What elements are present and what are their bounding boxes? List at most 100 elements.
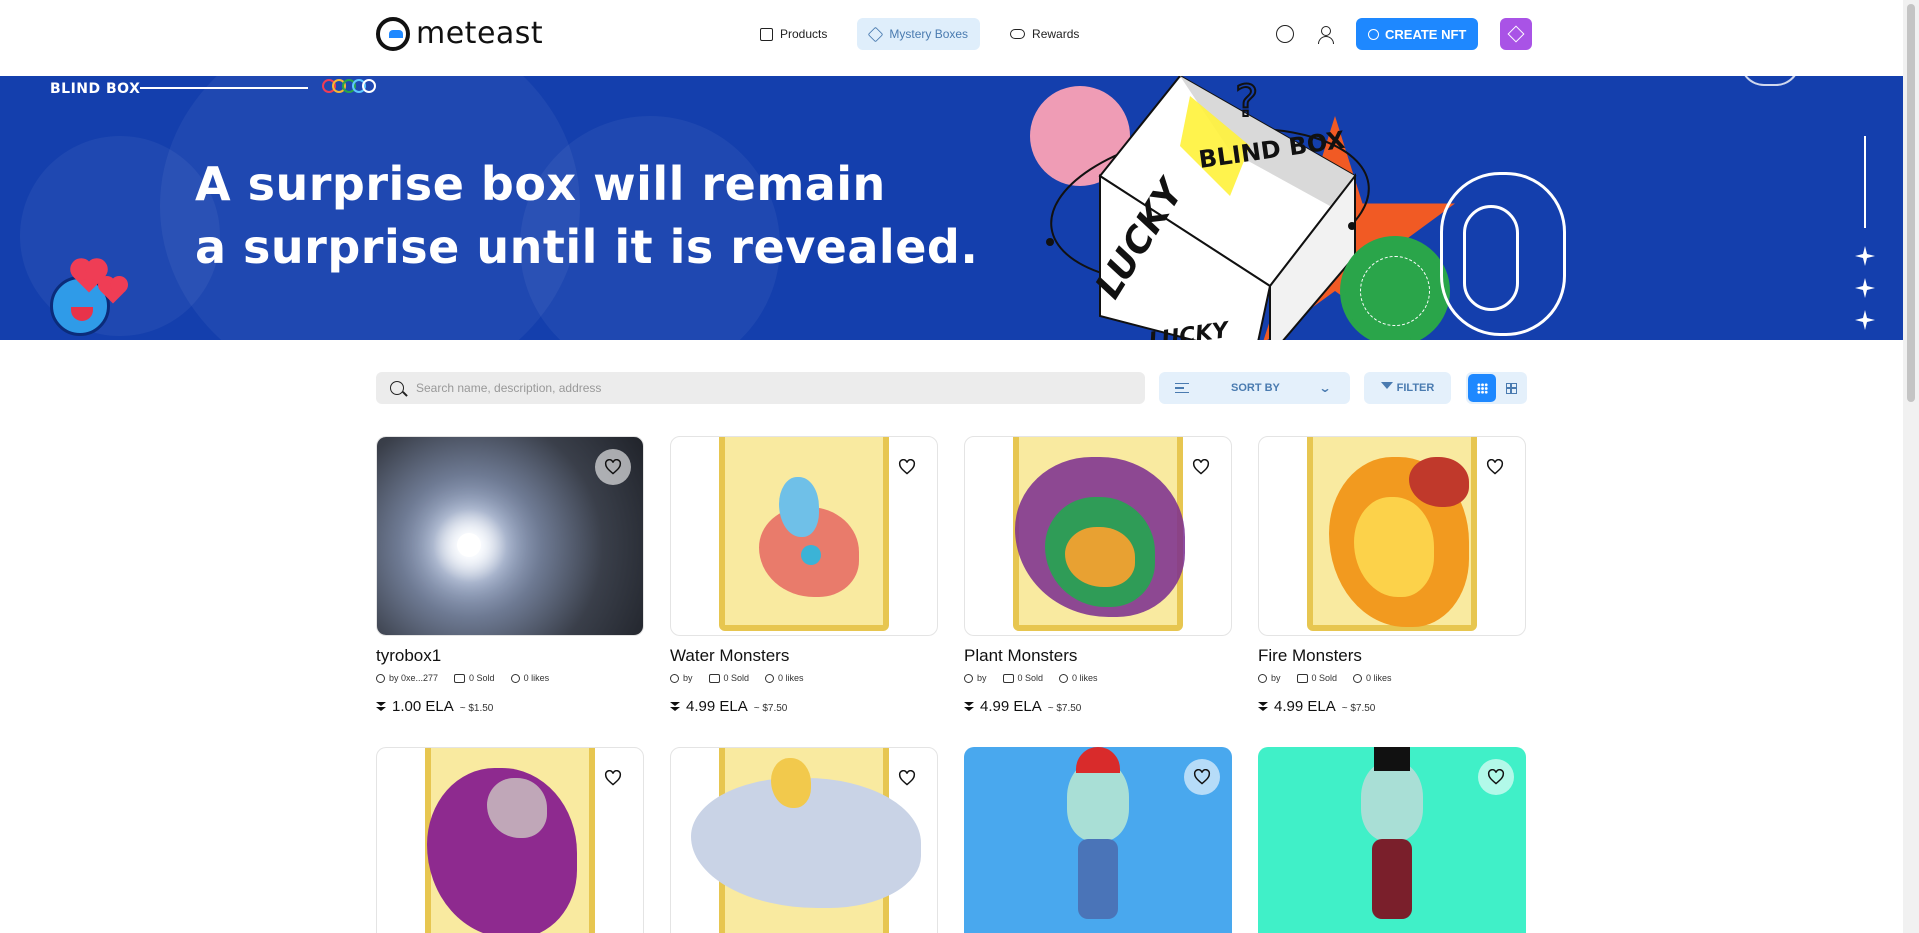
search-bar[interactable]: [376, 372, 1145, 404]
nav-products-label: Products: [780, 27, 828, 41]
small-grid-view-button[interactable]: [1468, 374, 1496, 402]
sold-icon: [708, 673, 720, 683]
nav-mystery-boxes[interactable]: Mystery Boxes: [857, 18, 981, 50]
card-price-usd: ~ $7.50: [753, 703, 788, 714]
view-toggle: [1466, 372, 1527, 404]
ela-icon: [964, 701, 974, 712]
sold-icon: [1296, 673, 1308, 683]
vertical-line-decoration: [1864, 136, 1866, 228]
meteast-logo[interactable]: meteast: [376, 16, 543, 51]
mystery-box-button[interactable]: [1500, 18, 1533, 50]
user-icon[interactable]: [1316, 25, 1334, 44]
mystery-box-card[interactable]: [670, 747, 938, 933]
search-icon: [390, 381, 404, 395]
logo-text: meteast: [416, 16, 544, 51]
favorite-button[interactable]: [595, 449, 631, 485]
ela-icon: [1258, 701, 1268, 712]
heart-icon: [898, 459, 916, 475]
card-title[interactable]: Water Monsters: [670, 646, 938, 666]
favorite-button[interactable]: [595, 760, 631, 796]
card-creator: by: [977, 673, 987, 683]
card-title[interactable]: tyrobox1: [376, 646, 644, 666]
sparkle-icon: [1855, 246, 1875, 266]
favorite-button[interactable]: [889, 449, 925, 485]
creator-icon: [1258, 673, 1267, 683]
card-creator: by: [1271, 673, 1281, 683]
card-image[interactable]: [376, 436, 644, 636]
sort-by-label: SORT BY: [1231, 382, 1280, 394]
card-creator: by 0xe...277: [389, 673, 439, 683]
nav-products[interactable]: Products: [748, 18, 839, 50]
card-title[interactable]: Plant Monsters: [964, 646, 1232, 666]
large-grid-view-button[interactable]: [1497, 374, 1525, 402]
create-nft-label: CREATE NFT: [1385, 26, 1467, 42]
rainbow-rings-icon: [322, 79, 376, 93]
card-image[interactable]: [964, 436, 1232, 636]
card-image[interactable]: [670, 747, 938, 933]
card-price: 4.99 ELA ~ $7.50: [670, 698, 938, 715]
page-scrollbar[interactable]: [1903, 0, 1919, 933]
svg-text:?: ?: [1235, 76, 1258, 127]
card-price: 1.00 ELA ~ $1.50: [376, 698, 644, 715]
rewards-icon: [1010, 29, 1026, 39]
coil-decoration: [1740, 76, 1800, 86]
favorite-button[interactable]: [1478, 759, 1514, 795]
search-input[interactable]: [416, 381, 1116, 395]
mystery-box-card[interactable]: [376, 747, 644, 933]
header-actions: CREATE NFT: [1276, 18, 1533, 50]
card-image[interactable]: [964, 747, 1232, 933]
nav-rewards[interactable]: Rewards: [998, 18, 1091, 50]
card-price-usd: ~ $7.50: [1341, 703, 1376, 714]
card-meta: by 0 Sold 0 likes: [964, 672, 1232, 684]
scrollbar-thumb[interactable]: [1907, 4, 1915, 402]
mystery-box-card[interactable]: [964, 747, 1232, 933]
sort-by-dropdown[interactable]: SORT BY ⌄: [1159, 372, 1350, 404]
chat-icon[interactable]: [1276, 25, 1294, 43]
banner-divider: [140, 87, 308, 89]
mystery-box-card[interactable]: Water Monsters by 0 Sold 0 likes 4.99 EL…: [670, 436, 938, 715]
card-image[interactable]: [1258, 436, 1526, 636]
top-header: meteast Products Mystery Boxes Rewards C…: [0, 0, 1903, 76]
card-meta: by 0 Sold 0 likes: [670, 672, 938, 684]
heart-icon: [1059, 673, 1069, 683]
creator-icon: [376, 673, 385, 683]
headline-line-2: a surprise until it is revealed.: [195, 220, 979, 274]
creator-icon: [670, 673, 679, 683]
card-sold: 0 Sold: [469, 673, 495, 683]
create-nft-button[interactable]: CREATE NFT: [1356, 18, 1479, 50]
card-likes: 0 likes: [523, 673, 550, 683]
ela-icon: [376, 701, 386, 712]
card-title[interactable]: Fire Monsters: [1258, 646, 1526, 666]
card-meta: by 0xe...277 0 Sold 0 likes: [376, 672, 644, 684]
nav-mystery-boxes-label: Mystery Boxes: [889, 27, 969, 41]
filter-icon: [1380, 382, 1393, 394]
filter-button[interactable]: FILTER: [1364, 372, 1451, 404]
sold-icon: [1002, 673, 1014, 683]
filter-label: FILTER: [1396, 382, 1435, 394]
card-price: 4.99 ELA ~ $7.50: [964, 698, 1232, 715]
main-nav: Products Mystery Boxes Rewards: [748, 18, 1091, 50]
mystery-box-card[interactable]: Fire Monsters by 0 Sold 0 likes 4.99 ELA…: [1258, 436, 1526, 715]
chevron-down-icon: ⌄: [1318, 381, 1332, 395]
headline-line-1: A surprise box will remain: [195, 157, 886, 211]
favorite-button[interactable]: [889, 760, 925, 796]
favorite-button[interactable]: [1183, 449, 1219, 485]
favorite-button[interactable]: [1184, 759, 1220, 795]
favorite-button[interactable]: [1477, 449, 1513, 485]
card-price-value: 1.00 ELA: [392, 698, 454, 715]
mystery-box-card[interactable]: [1258, 747, 1526, 933]
card-image[interactable]: [376, 747, 644, 933]
card-image[interactable]: [1258, 747, 1526, 933]
ela-icon: [670, 701, 680, 712]
image-icon: [760, 27, 773, 41]
heart-icon: [604, 770, 622, 786]
heart-icon: [1487, 769, 1505, 785]
mystery-box-card[interactable]: Plant Monsters by 0 Sold 0 likes 4.99 EL…: [964, 436, 1232, 715]
mystery-box-card[interactable]: tyrobox1 by 0xe...277 0 Sold 0 likes 1.0…: [376, 436, 644, 715]
sparkle-icon: [1855, 310, 1875, 330]
card-price-value: 4.99 ELA: [686, 698, 748, 715]
sparkle-icon: [1855, 278, 1875, 298]
blind-box-banner: BLIND BOX A surprise box will remain a s…: [0, 76, 1903, 340]
box-icon: [868, 26, 884, 42]
card-image[interactable]: [670, 436, 938, 636]
